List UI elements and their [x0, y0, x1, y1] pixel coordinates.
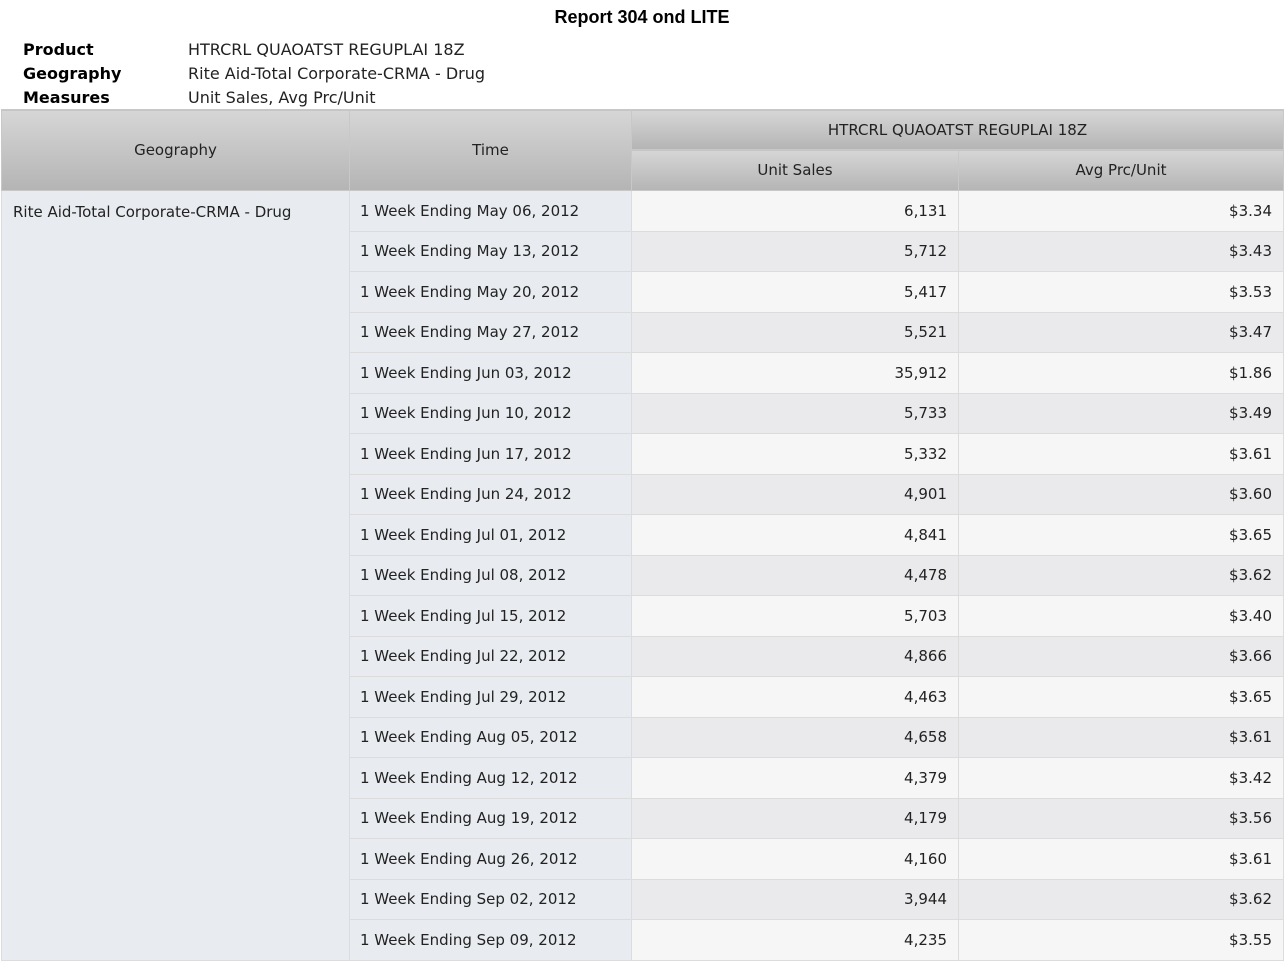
cell-unit-sales: 4,901 — [631, 473, 959, 515]
meta-value: HTRCRL QUAOATST REGUPLAI 18Z — [188, 39, 465, 59]
report-title: Report 304 ond LITE — [554, 7, 730, 27]
cell-time: 1 Week Ending Aug 05, 2012 — [349, 716, 632, 758]
cell-time: 1 Week Ending Jul 08, 2012 — [349, 554, 632, 596]
cell-unit-sales: 5,332 — [631, 433, 959, 475]
cell-unit-sales: 5,703 — [631, 595, 959, 637]
cell-avg-price: $3.42 — [958, 757, 1284, 799]
meta-row-geography: Geography Rite Aid-Total Corporate-CRMA … — [23, 61, 485, 85]
cell-avg-price: $3.61 — [958, 838, 1284, 880]
cell-avg-price: $3.65 — [958, 676, 1284, 718]
column-header-avg-price[interactable]: Avg Prc/Unit — [958, 149, 1284, 191]
cell-time: 1 Week Ending May 20, 2012 — [349, 271, 632, 313]
cell-avg-price: $3.49 — [958, 392, 1284, 434]
cell-time: 1 Week Ending Aug 12, 2012 — [349, 757, 632, 799]
cell-avg-price: $3.62 — [958, 878, 1284, 920]
cell-time: 1 Week Ending Jun 24, 2012 — [349, 473, 632, 515]
table-body: Rite Aid-Total Corporate-CRMA - Drug 1 We… — [1, 190, 1284, 961]
cell-geography: Rite Aid-Total Corporate-CRMA - Drug — [1, 190, 350, 961]
cell-time: 1 Week Ending Jul 29, 2012 — [349, 676, 632, 718]
cell-avg-price: $3.60 — [958, 473, 1284, 515]
cell-unit-sales: 4,463 — [631, 676, 959, 718]
cell-unit-sales: 5,712 — [631, 230, 959, 272]
cell-avg-price: $3.61 — [958, 433, 1284, 475]
report-meta: Product HTRCRL QUAOATST REGUPLAI 18Z Geo… — [23, 37, 485, 109]
cell-time: 1 Week Ending Sep 02, 2012 — [349, 878, 632, 920]
cell-time: 1 Week Ending Jun 03, 2012 — [349, 352, 632, 394]
cell-avg-price: $3.61 — [958, 716, 1284, 758]
cell-unit-sales: 4,160 — [631, 838, 959, 880]
cell-unit-sales: 5,733 — [631, 392, 959, 434]
cell-unit-sales: 5,521 — [631, 311, 959, 353]
cell-unit-sales: 4,235 — [631, 919, 959, 961]
cell-avg-price: $3.43 — [958, 230, 1284, 272]
cell-avg-price: $3.53 — [958, 271, 1284, 313]
cell-unit-sales: 3,944 — [631, 878, 959, 920]
meta-label: Geography — [23, 63, 122, 83]
cell-unit-sales: 4,379 — [631, 757, 959, 799]
cell-unit-sales: 4,179 — [631, 797, 959, 839]
cell-unit-sales: 4,841 — [631, 514, 959, 556]
cell-time: 1 Week Ending Jul 15, 2012 — [349, 595, 632, 637]
cell-avg-price: $3.40 — [958, 595, 1284, 637]
cell-time: 1 Week Ending Jun 10, 2012 — [349, 392, 632, 434]
cell-time: 1 Week Ending May 27, 2012 — [349, 311, 632, 353]
column-group-header-product[interactable]: HTRCRL QUAOATST REGUPLAI 18Z — [631, 109, 1284, 150]
column-header-geography[interactable]: Geography — [1, 109, 350, 191]
cell-avg-price: $3.34 — [958, 190, 1284, 232]
cell-avg-price: $3.56 — [958, 797, 1284, 839]
table-row: Rite Aid-Total Corporate-CRMA - Drug 1 We… — [1, 190, 1284, 961]
cell-avg-price: $3.62 — [958, 554, 1284, 596]
cell-unit-sales: 35,912 — [631, 352, 959, 394]
meta-row-product: Product HTRCRL QUAOATST REGUPLAI 18Z — [23, 37, 485, 61]
cell-time: 1 Week Ending May 06, 2012 — [349, 190, 632, 232]
cell-avg-price: $3.55 — [958, 919, 1284, 961]
cell-avg-price: $3.66 — [958, 635, 1284, 677]
cell-unit-sales: 4,658 — [631, 716, 959, 758]
cell-time: 1 Week Ending Aug 19, 2012 — [349, 797, 632, 839]
cell-avg-price: $3.65 — [958, 514, 1284, 556]
cell-unit-sales: 5,417 — [631, 271, 959, 313]
cell-unit-sales: 4,478 — [631, 554, 959, 596]
meta-row-measures: Measures Unit Sales, Avg Prc/Unit — [23, 85, 485, 109]
meta-label: Product — [23, 39, 94, 59]
cell-time: 1 Week Ending Aug 26, 2012 — [349, 838, 632, 880]
cell-time: 1 Week Ending Jul 01, 2012 — [349, 514, 632, 556]
cell-time: 1 Week Ending Jun 17, 2012 — [349, 433, 632, 475]
cell-avg-price: $3.47 — [958, 311, 1284, 353]
meta-label: Measures — [23, 87, 110, 107]
cell-unit-sales: 4,866 — [631, 635, 959, 677]
cell-avg-price: $1.86 — [958, 352, 1284, 394]
cell-time: 1 Week Ending May 13, 2012 — [349, 230, 632, 272]
cell-time: 1 Week Ending Sep 09, 2012 — [349, 919, 632, 961]
cell-unit-sales: 6,131 — [631, 190, 959, 232]
report-table: Geography Time HTRCRL QUAOATST REGUPLAI … — [1, 109, 1284, 961]
meta-value: Rite Aid-Total Corporate-CRMA - Drug — [188, 63, 486, 83]
column-header-unit-sales[interactable]: Unit Sales — [631, 149, 959, 191]
column-header-time[interactable]: Time — [349, 109, 632, 191]
meta-value: Unit Sales, Avg Prc/Unit — [188, 87, 376, 107]
cell-time: 1 Week Ending Jul 22, 2012 — [349, 635, 632, 677]
